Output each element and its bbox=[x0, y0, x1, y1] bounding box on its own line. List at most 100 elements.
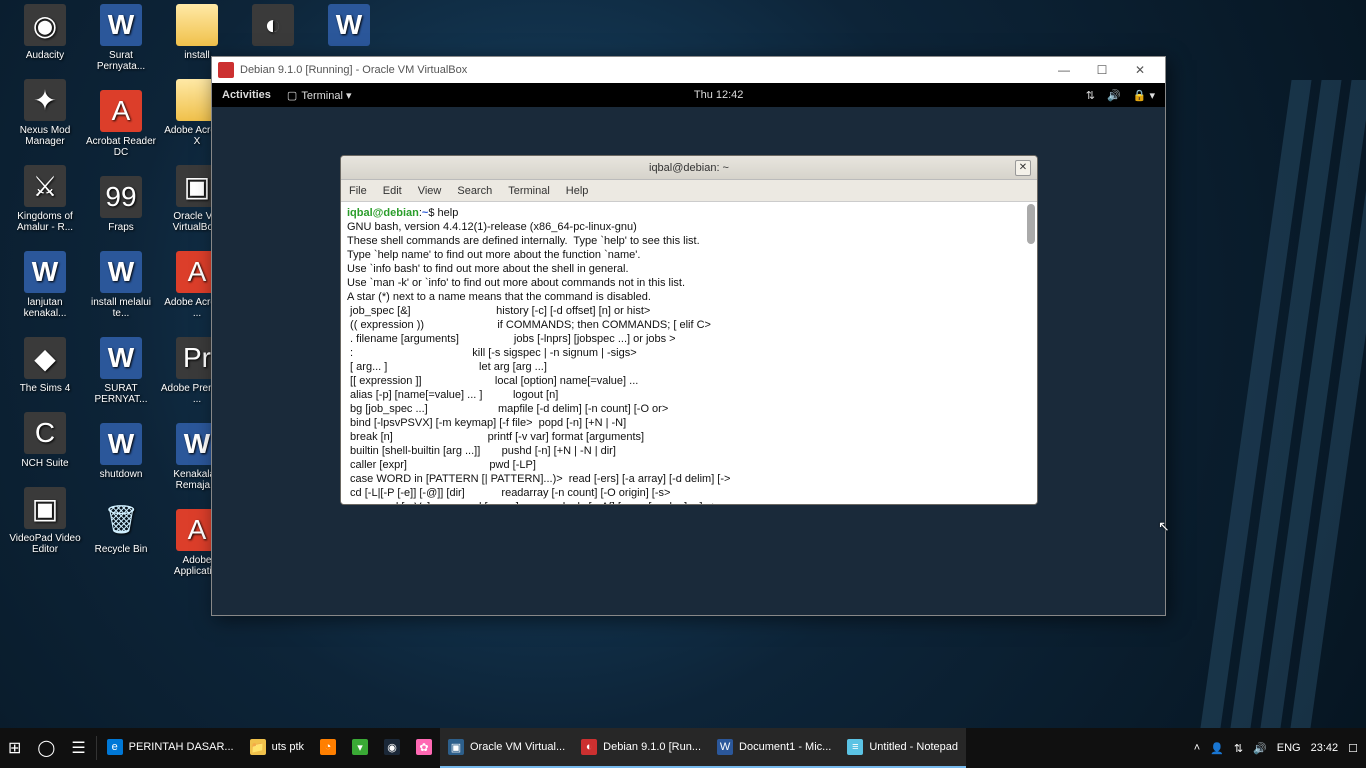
terminal-close-button[interactable]: ✕ bbox=[1015, 160, 1031, 176]
maximize-button[interactable]: ☐ bbox=[1083, 57, 1121, 83]
taskbar-apps: ePERINTAH DASAR...📁uts ptk ◔ ▾ ◉ ✿ ▣Oracle VM… bbox=[99, 728, 966, 768]
terminal-title-text: iqbal@debian: ~ bbox=[649, 162, 729, 174]
notepad-icon: ≡ bbox=[847, 739, 863, 755]
task-view-button[interactable]: ☰ bbox=[63, 728, 93, 768]
terminal-menubar: File Edit View Search Terminal Help bbox=[341, 180, 1037, 202]
app-icon: 🗑 bbox=[100, 498, 142, 540]
icon-label: Audacity bbox=[8, 50, 82, 61]
menu-view[interactable]: View bbox=[418, 185, 442, 197]
taskbar-notepad[interactable]: ≡Untitled - Notepad bbox=[839, 728, 966, 768]
menu-help[interactable]: Help bbox=[566, 185, 589, 197]
activities-button[interactable]: Activities bbox=[222, 89, 271, 101]
network-icon[interactable]: ⇅ bbox=[1086, 89, 1095, 102]
desktop-icon[interactable]: ✦Nexus Mod Manager bbox=[8, 79, 82, 147]
taskbar-virtualbox[interactable]: ▣Oracle VM Virtual... bbox=[440, 728, 573, 768]
language-indicator[interactable]: ENG bbox=[1277, 742, 1301, 754]
minimize-button[interactable]: — bbox=[1045, 57, 1083, 83]
taskview-icon: ☰ bbox=[71, 738, 85, 758]
vb-titlebar[interactable]: Debian 9.1.0 [Running] - Oracle VM Virtu… bbox=[212, 57, 1165, 83]
icon-label: Kingdoms of Amalur - R... bbox=[8, 211, 82, 233]
desktop-icon[interactable]: A Acrobat Reader DC bbox=[84, 90, 158, 158]
desktop-icon[interactable]: Winstall melalui te... bbox=[84, 251, 158, 319]
terminal-line: job_spec [&] history [-c] [-d offset] [n… bbox=[347, 304, 1031, 318]
icon-label: The Sims 4 bbox=[8, 383, 82, 394]
menu-file[interactable]: File bbox=[349, 185, 367, 197]
power-icon[interactable]: 🔒 ▾ bbox=[1133, 89, 1155, 102]
network-icon[interactable]: ⇅ bbox=[1234, 742, 1243, 755]
people-icon[interactable]: 👤 bbox=[1210, 742, 1224, 755]
start-button[interactable]: ⊞ bbox=[0, 728, 29, 768]
terminal-line: break [n] printf [-v var] format [argume… bbox=[347, 430, 1031, 444]
app-icon bbox=[176, 4, 218, 46]
taskbar-label: Oracle VM Virtual... bbox=[470, 741, 565, 753]
app-icon: W bbox=[24, 251, 66, 293]
vlc-icon: ◔ bbox=[320, 739, 336, 755]
search-button[interactable]: ◯ bbox=[29, 728, 63, 768]
terminal-output[interactable]: iqbal@debian:~$ helpGNU bash, version 4.… bbox=[341, 202, 1037, 504]
desktop-icon[interactable]: 99Fraps bbox=[84, 176, 158, 233]
desktop-icon[interactable]: W bbox=[312, 4, 386, 46]
taskbar-vm-debian[interactable]: ◐Debian 9.1.0 [Run... bbox=[573, 728, 709, 768]
terminal-line: GNU bash, version 4.4.12(1)-release (x86… bbox=[347, 220, 1031, 234]
desktop-icon[interactable]: Wlanjutan kenakal... bbox=[8, 251, 82, 319]
terminal-line: Type `help name' to find out more about … bbox=[347, 248, 1031, 262]
app-icon: A bbox=[100, 90, 142, 132]
system-tray: ˄ 👤 ⇅ 🔊 ENG 23:42 ☐ bbox=[1186, 742, 1366, 755]
terminal-line: command [-pVv] command [arg ...] readonl… bbox=[347, 500, 1031, 504]
taskbar-vlc[interactable]: ◔ bbox=[312, 728, 344, 768]
volume-icon[interactable]: 🔊 bbox=[1253, 742, 1267, 755]
vb-app-icon bbox=[218, 62, 234, 78]
volume-icon[interactable]: 🔊 bbox=[1107, 89, 1121, 102]
taskbar-word[interactable]: WDocument1 - Mic... bbox=[709, 728, 839, 768]
taskbar-app1[interactable]: ✿ bbox=[408, 728, 440, 768]
terminal-line: alias [-p] [name[=value] ... ] logout [n… bbox=[347, 388, 1031, 402]
terminal-line: bg [job_spec ...] mapfile [-d delim] [-n… bbox=[347, 402, 1031, 416]
vm-debian-icon: ◐ bbox=[581, 739, 597, 755]
app-icon: W bbox=[100, 251, 142, 293]
terminal-line: A star (*) next to a name means that the… bbox=[347, 290, 1031, 304]
menu-search[interactable]: Search bbox=[457, 185, 492, 197]
desktop-icon[interactable]: ⚔Kingdoms of Amalur - R... bbox=[8, 165, 82, 233]
desktop-icon[interactable]: ◆The Sims 4 bbox=[8, 337, 82, 394]
app-icon: W bbox=[328, 4, 370, 46]
desktop-icon[interactable]: 🗑Recycle Bin bbox=[84, 498, 158, 555]
desktop-icon[interactable]: Wshutdown bbox=[84, 423, 158, 480]
gnome-terminal-window[interactable]: iqbal@debian: ~ ✕ File Edit View Search Term… bbox=[340, 155, 1038, 505]
taskbar-utorrent[interactable]: ▾ bbox=[344, 728, 376, 768]
windows-logo-icon: ⊞ bbox=[8, 738, 21, 758]
menu-terminal[interactable]: Terminal bbox=[508, 185, 550, 197]
clock[interactable]: Thu 12:42 bbox=[694, 89, 744, 101]
icon-label: NCH Suite bbox=[8, 458, 82, 469]
vm-display[interactable]: iqbal@debian: ~ ✕ File Edit View Search Term… bbox=[212, 107, 1165, 615]
clock[interactable]: 23:42 bbox=[1311, 742, 1339, 754]
desktop-icon[interactable]: ◉Audacity bbox=[8, 4, 82, 61]
close-button[interactable]: ✕ bbox=[1121, 57, 1159, 83]
menu-edit[interactable]: Edit bbox=[383, 185, 402, 197]
terminal-line: [ arg... ] let arg [arg ...] bbox=[347, 360, 1031, 374]
app-icon: ◐ bbox=[252, 4, 294, 46]
taskbar-edge[interactable]: ePERINTAH DASAR... bbox=[99, 728, 242, 768]
terminal-line: : kill [-s sigspec | -n signum | -sigs> bbox=[347, 346, 1031, 360]
active-app-menu[interactable]: ▢ Terminal ▾ bbox=[287, 89, 352, 102]
scrollbar[interactable] bbox=[1027, 204, 1035, 244]
icon-label: Acrobat Reader DC bbox=[84, 136, 158, 158]
virtualbox-vm-window[interactable]: Debian 9.1.0 [Running] - Oracle VM Virtu… bbox=[211, 56, 1166, 616]
terminal-titlebar[interactable]: iqbal@debian: ~ ✕ bbox=[341, 156, 1037, 180]
desktop-icon[interactable]: WSURAT PERNYAT... bbox=[84, 337, 158, 405]
desktop-icon[interactable]: ◐ bbox=[236, 4, 310, 46]
app1-icon: ✿ bbox=[416, 739, 432, 755]
vb-title-text: Debian 9.1.0 [Running] - Oracle VM Virtu… bbox=[240, 64, 467, 76]
icon-label: install melalui te... bbox=[84, 297, 158, 319]
taskbar-steam[interactable]: ◉ bbox=[376, 728, 408, 768]
taskbar-explorer[interactable]: 📁uts ptk bbox=[242, 728, 312, 768]
system-menu[interactable]: ⇅ 🔊 🔒 ▾ bbox=[1086, 89, 1155, 102]
tray-chevron-icon[interactable]: ˄ bbox=[1194, 742, 1200, 754]
desktop-icon[interactable]: install bbox=[160, 4, 234, 61]
desktop-icon[interactable]: CNCH Suite bbox=[8, 412, 82, 469]
notifications-icon[interactable]: ☐ bbox=[1348, 742, 1358, 755]
app-icon: ✦ bbox=[24, 79, 66, 121]
desktop-icon[interactable]: ▣VideoPad Video Editor bbox=[8, 487, 82, 555]
terminal-line: bind [-lpsvPSVX] [-m keymap] [-f file> p… bbox=[347, 416, 1031, 430]
desktop-icon[interactable]: WSurat Pernyata... bbox=[84, 4, 158, 72]
utorrent-icon: ▾ bbox=[352, 739, 368, 755]
